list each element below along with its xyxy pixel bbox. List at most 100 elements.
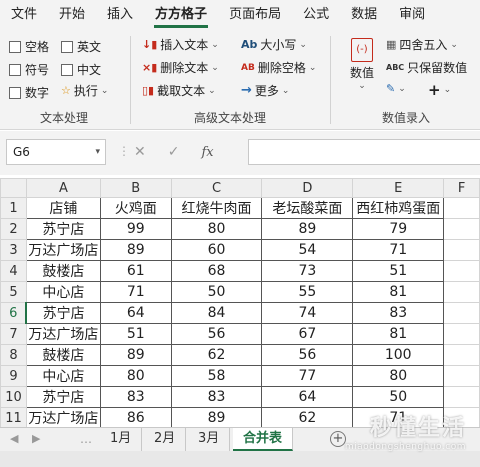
- data-cell[interactable]: 55: [261, 281, 354, 303]
- checkbox-symbol[interactable]: 符号: [9, 61, 49, 78]
- data-cell[interactable]: 71: [99, 281, 172, 303]
- tab-review[interactable]: 审阅: [388, 0, 436, 30]
- row-header[interactable]: 2: [0, 218, 27, 240]
- tab-fangfang-gezi[interactable]: 方方格子: [144, 0, 218, 30]
- column-header[interactable]: E: [352, 178, 445, 198]
- checkbox-box[interactable]: [61, 40, 73, 53]
- delete-text-button[interactable]: ×▮ 删除文本 ⌄: [142, 59, 219, 76]
- empty-cell[interactable]: [443, 218, 480, 240]
- tab-insert[interactable]: 插入: [96, 0, 144, 30]
- data-cell[interactable]: 89: [99, 344, 172, 366]
- data-cell[interactable]: 万达广场店: [25, 407, 101, 427]
- data-cell[interactable]: 71: [352, 239, 445, 261]
- data-cell[interactable]: 苏宁店: [25, 218, 101, 240]
- checkbox-box[interactable]: [9, 63, 21, 76]
- sheet-tab-merged[interactable]: 合并表: [233, 428, 294, 451]
- round-button[interactable]: ▦ 四舍五入 ⌄: [386, 36, 458, 53]
- data-cell[interactable]: 77: [261, 365, 354, 387]
- data-cell[interactable]: 86: [99, 407, 172, 427]
- data-cell[interactable]: 73: [261, 260, 354, 282]
- data-cell[interactable]: 62: [261, 407, 354, 427]
- checkbox-space[interactable]: 空格: [9, 38, 49, 55]
- empty-cell[interactable]: [443, 344, 480, 366]
- row-header[interactable]: 11: [0, 407, 27, 427]
- checkbox-chinese[interactable]: 中文: [61, 61, 101, 78]
- data-cell[interactable]: 51: [99, 323, 172, 345]
- data-cell[interactable]: 64: [261, 386, 354, 408]
- data-cell[interactable]: 81: [352, 323, 445, 345]
- sheet-tab-mar[interactable]: 3月: [188, 428, 231, 451]
- empty-cell[interactable]: [443, 260, 480, 282]
- data-cell[interactable]: 万达广场店: [25, 323, 101, 345]
- data-cell[interactable]: 80: [170, 218, 263, 240]
- data-cell[interactable]: 50: [170, 281, 263, 303]
- data-cell[interactable]: 61: [99, 260, 172, 282]
- execute-button[interactable]: ☆ 执行 ⌄: [61, 82, 108, 99]
- row-header[interactable]: 3: [0, 239, 27, 261]
- data-cell[interactable]: 苏宁店: [25, 386, 101, 408]
- next-sheet-icon[interactable]: ▶: [32, 432, 40, 445]
- column-header[interactable]: C: [170, 178, 263, 198]
- checkbox-english[interactable]: 英文: [61, 38, 101, 55]
- column-header[interactable]: A: [25, 178, 101, 198]
- header-cell[interactable]: 火鸡面: [99, 197, 172, 219]
- data-cell[interactable]: 鼓楼店: [25, 260, 101, 282]
- data-cell[interactable]: 84: [170, 302, 263, 324]
- data-cell[interactable]: 60: [170, 239, 263, 261]
- empty-cell[interactable]: [443, 365, 480, 387]
- data-cell[interactable]: 89: [170, 407, 263, 427]
- more-sheets-icon[interactable]: …: [80, 432, 92, 446]
- data-cell[interactable]: 56: [261, 344, 354, 366]
- tab-file[interactable]: 文件: [0, 0, 48, 30]
- data-cell[interactable]: 83: [170, 386, 263, 408]
- cancel-icon[interactable]: ✕: [134, 144, 146, 160]
- row-header[interactable]: 10: [0, 386, 27, 408]
- data-cell[interactable]: 81: [352, 281, 445, 303]
- sheet-tab-feb[interactable]: 2月: [144, 428, 187, 451]
- checkbox-box[interactable]: [61, 63, 73, 76]
- insert-function-icon[interactable]: fx: [201, 145, 213, 160]
- row-header[interactable]: 9: [0, 365, 27, 387]
- empty-cell[interactable]: [443, 386, 480, 408]
- case-button[interactable]: Ab 大小写 ⌄: [241, 36, 307, 53]
- data-cell[interactable]: 68: [170, 260, 263, 282]
- empty-cell[interactable]: [443, 197, 480, 219]
- tab-home[interactable]: 开始: [48, 0, 96, 30]
- chevron-down-icon[interactable]: ▾: [95, 140, 100, 164]
- data-cell[interactable]: 83: [99, 386, 172, 408]
- data-cell[interactable]: 74: [261, 302, 354, 324]
- confirm-icon[interactable]: ✓: [168, 144, 180, 160]
- checkbox-number[interactable]: 数字: [9, 84, 49, 101]
- data-cell[interactable]: 89: [99, 239, 172, 261]
- add-button[interactable]: + ⌄: [428, 81, 451, 99]
- data-cell[interactable]: 苏宁店: [25, 302, 101, 324]
- sheet-tab-jan[interactable]: 1月: [100, 428, 143, 451]
- delete-space-button[interactable]: AB 删除空格 ⌄: [241, 59, 316, 76]
- data-cell[interactable]: 鼓楼店: [25, 344, 101, 366]
- header-cell[interactable]: 红烧牛肉面: [170, 197, 263, 219]
- row-header[interactable]: 8: [0, 344, 27, 366]
- row-header[interactable]: 4: [0, 260, 27, 282]
- header-cell[interactable]: 西红柿鸡蛋面: [352, 197, 445, 219]
- value-button[interactable]: (-) 数值 ⌄: [344, 38, 380, 91]
- empty-cell[interactable]: [443, 281, 480, 303]
- tab-formulas[interactable]: 公式: [292, 0, 340, 30]
- row-header[interactable]: 5: [0, 281, 27, 303]
- column-header[interactable]: F: [443, 178, 480, 198]
- insert-text-button[interactable]: ↓▮ 插入文本 ⌄: [142, 36, 219, 53]
- header-cell[interactable]: 老坛酸菜面: [261, 197, 354, 219]
- data-cell[interactable]: 万达广场店: [25, 239, 101, 261]
- checkbox-box[interactable]: [9, 40, 21, 53]
- data-cell[interactable]: 80: [352, 365, 445, 387]
- prev-sheet-icon[interactable]: ◀: [10, 432, 18, 445]
- data-cell[interactable]: 100: [352, 344, 445, 366]
- empty-cell[interactable]: [443, 239, 480, 261]
- data-cell[interactable]: 中心店: [25, 281, 101, 303]
- data-cell[interactable]: 99: [99, 218, 172, 240]
- checkbox-box[interactable]: [9, 86, 21, 99]
- tab-data[interactable]: 数据: [340, 0, 388, 30]
- select-all-corner[interactable]: [0, 178, 27, 198]
- data-cell[interactable]: 51: [352, 260, 445, 282]
- keep-value-button[interactable]: ABC 只保留数值: [386, 59, 467, 76]
- data-cell[interactable]: 67: [261, 323, 354, 345]
